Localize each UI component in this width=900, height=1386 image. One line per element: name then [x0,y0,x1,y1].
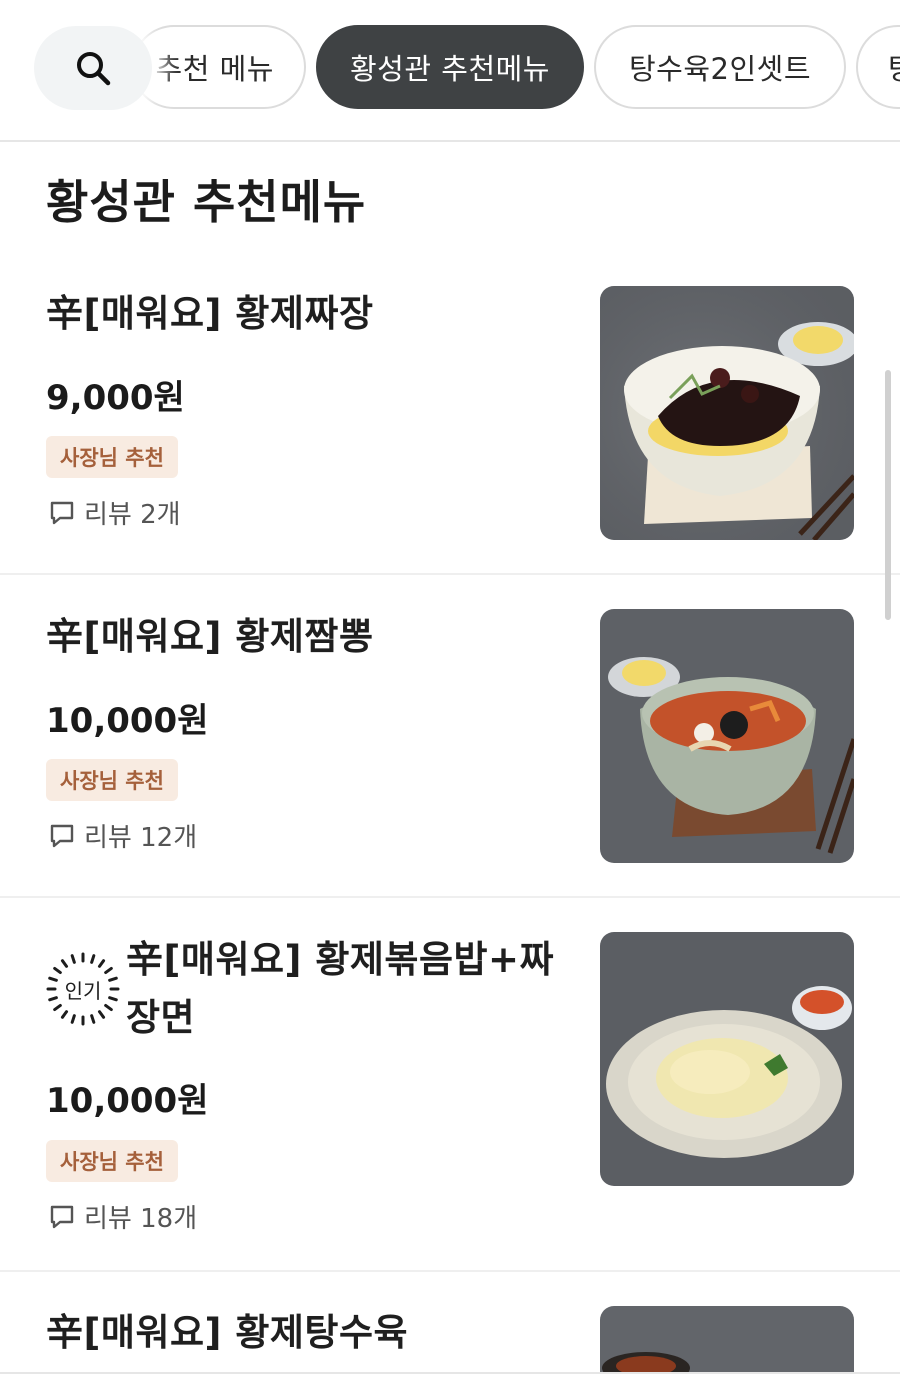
tab-tangsuyuk-2-set[interactable]: 탕수육2인셋트 [594,25,846,109]
tab-label: 황성관 추천메뉴 [350,52,550,86]
popular-label: 인기 [64,978,102,1003]
menu-item-price: 10,000원 [46,1081,209,1121]
review-count-label: 리뷰 18개 [84,1204,198,1234]
tab-recommended-menu[interactable]: 추천 메뉴 [132,25,306,109]
scrollbar[interactable] [885,370,891,620]
review-count-label: 리뷰 2개 [84,500,181,530]
review-count: 리뷰 2개 [48,494,181,531]
divider [0,573,900,575]
section-title: 황성관 추천메뉴 [46,175,367,229]
menu-item-name-line2: 장면 [126,996,196,1039]
review-count-label: 리뷰 12개 [84,823,198,853]
speech-bubble-icon [50,1205,74,1228]
tab-label: 추천 메뉴 [155,52,274,86]
tab-label: 탕 [888,46,900,88]
tangsuyuk-photo [600,1306,854,1372]
review-count: 리뷰 12개 [48,817,197,854]
speech-bubble-icon [50,501,74,524]
speech-bubble-icon [50,824,74,847]
divider [0,1270,900,1272]
search-icon [77,52,111,86]
search-button[interactable] [34,26,152,110]
menu-item-price: 10,000원 [46,701,209,741]
menu-item-name: 辛[매워요] 황제짜장 [46,292,374,335]
tab-next-partial[interactable]: 탕 [856,25,900,109]
owner-recommend-badge: 사장님 추천 [46,436,178,478]
tab-label: 탕수육2인셋트 [628,52,812,86]
jjamppong-photo [600,609,854,863]
tab-hwangseonggwan-recommended[interactable]: 황성관 추천메뉴 [316,25,584,109]
owner-recommend-badge: 사장님 추천 [46,759,178,801]
menu-item-name: 辛[매워요] 황제탕수육 [46,1311,409,1354]
divider [0,1372,900,1374]
fried-rice-photo [600,932,854,1186]
owner-recommend-badge: 사장님 추천 [46,1140,178,1182]
menu-item-name: 辛[매워요] 황제짬뽕 [46,615,374,658]
category-tab-bar: 추천 메뉴 황성관 추천메뉴 탕수육2인셋트 탕 [0,0,900,142]
menu-item-name-line1: 辛[매워요] 황제볶음밥+짜 [126,938,555,981]
review-count: 리뷰 18개 [48,1198,197,1235]
jjajang-photo [600,286,854,540]
divider [0,896,900,898]
menu-item-price: 9,000원 [46,378,185,418]
